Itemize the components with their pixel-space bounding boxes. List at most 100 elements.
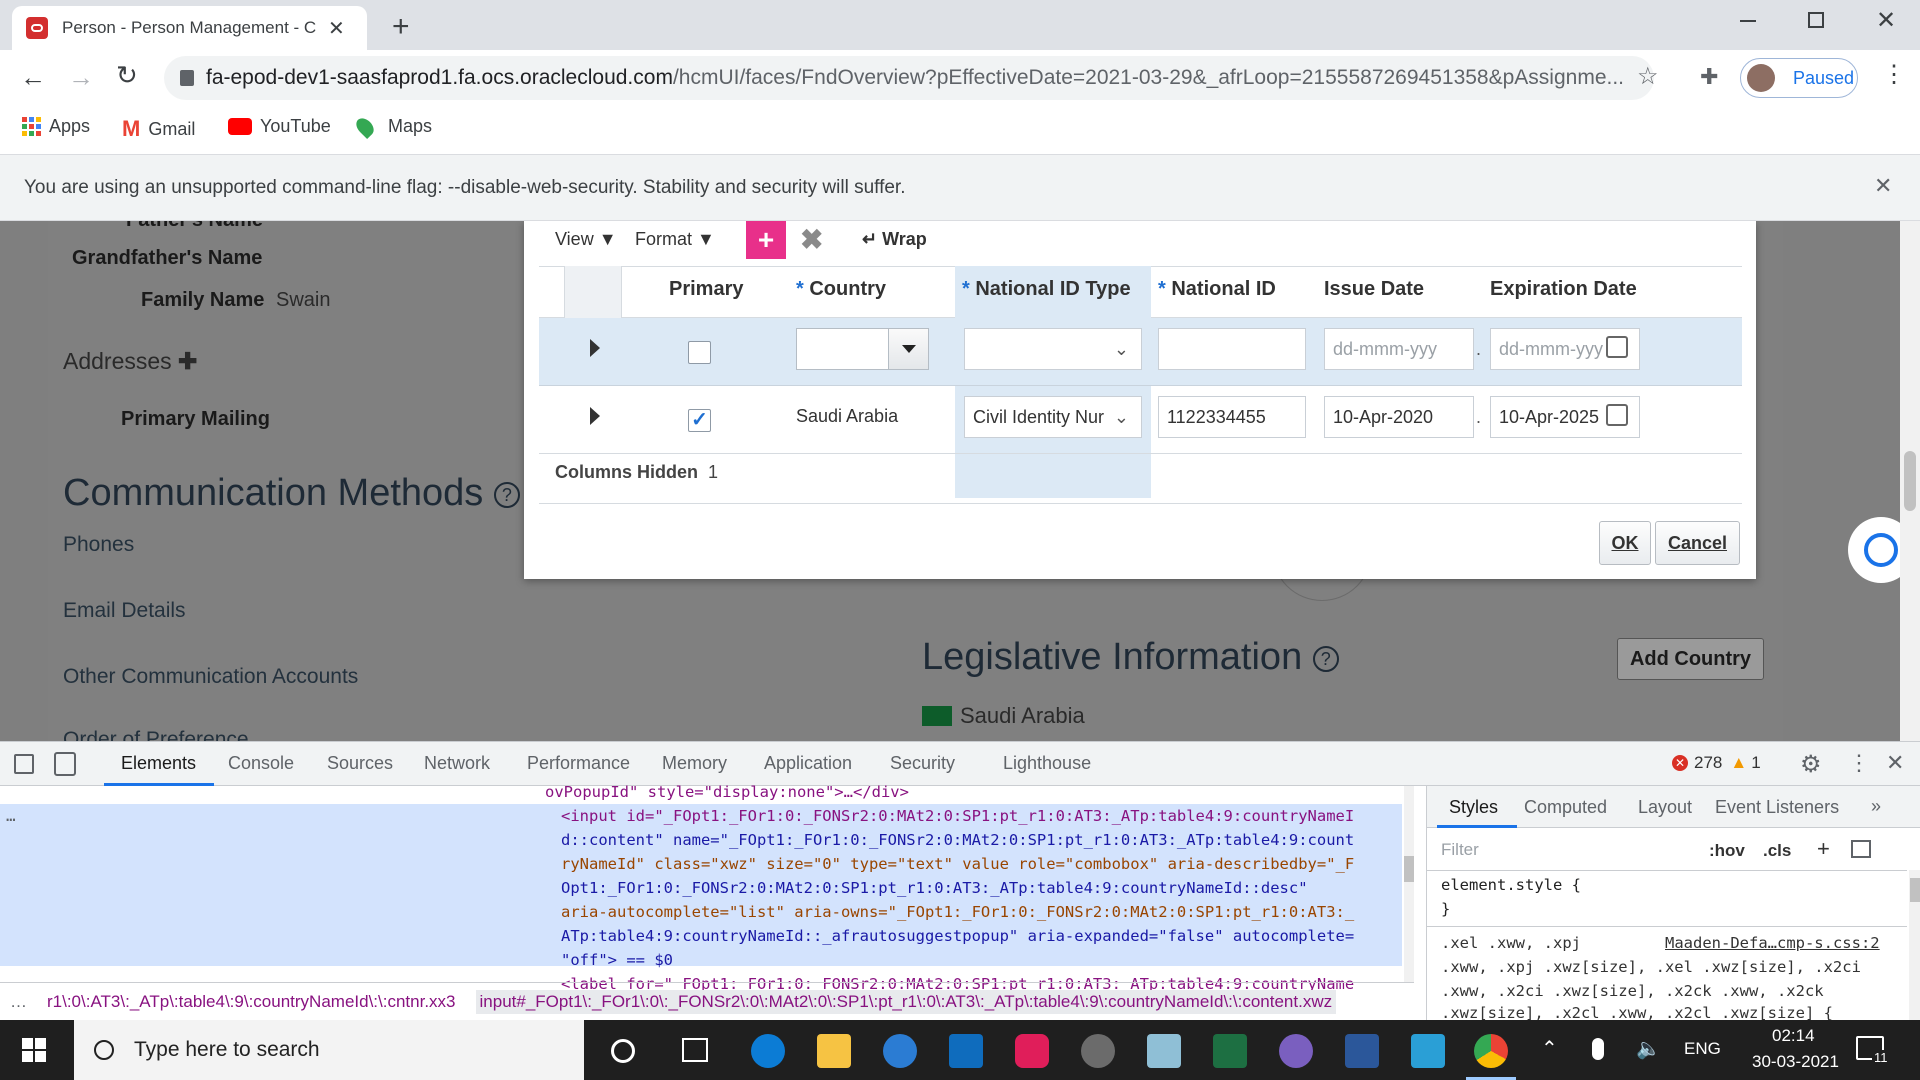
extensions-icon[interactable]: ✚ [1700,64,1718,90]
elements-tree[interactable]: … ovPopupId" style="display:none">…</div… [0,783,1414,993]
rule-source-link[interactable]: Maaden-Defa…cmp-s.css:2 [1665,934,1880,952]
forward-icon[interactable]: → [68,62,94,93]
new-tab-icon[interactable]: + [392,10,410,44]
cls-toggle[interactable]: .cls [1763,841,1791,861]
ok-button[interactable]: OK [1599,521,1651,565]
id-type-select[interactable]: Civil Identity Nur ⌄ [964,396,1142,438]
col-national-id-type[interactable]: * National ID Type [962,278,1131,301]
settings-gear-icon[interactable]: ⚙ [1800,750,1822,779]
primary-checkbox[interactable] [688,341,711,364]
calendar-icon[interactable] [1606,404,1628,426]
error-warning-counter[interactable]: ✕ 278 ▲ 1 [1672,753,1761,773]
devtools-close-icon[interactable]: ✕ [1886,750,1904,776]
issue-date-input[interactable]: 10-Apr-2020 [1324,396,1474,438]
help-icon[interactable]: ? [493,481,520,508]
bookmark-gmail[interactable]: M Gmail [122,116,195,142]
phones-link[interactable]: Phones [63,533,134,557]
device-toolbar-icon[interactable] [54,752,76,776]
infobar-close-icon[interactable]: ✕ [1874,173,1892,199]
format-menu[interactable]: Format ▼ [635,229,715,250]
styles-scrollbar[interactable] [1909,870,1920,1021]
windows-start-icon[interactable] [22,1038,46,1062]
col-expiration-date[interactable]: Expiration Date [1490,278,1637,301]
excel-icon[interactable] [1213,1034,1247,1068]
close-tab-icon[interactable]: ✕ [328,16,345,41]
reload-icon[interactable]: ↻ [116,60,138,91]
col-national-id[interactable]: * National ID [1158,278,1276,301]
hov-toggle[interactable]: :hov [1709,841,1745,861]
crumb-ellipsis[interactable]: … [10,992,27,1012]
devtools-menu-icon[interactable]: ⋮ [1848,750,1870,776]
page-scrollbar[interactable] [1900,221,1920,741]
styles-tab-styles[interactable]: Styles [1449,797,1498,818]
styles-tab-event-listeners[interactable]: Event Listeners [1715,797,1839,818]
primary-checkbox-checked[interactable]: ✓ [688,409,711,432]
more-tabs-icon[interactable]: » [1871,796,1881,817]
bookmark-maps[interactable]: Maps [352,114,432,139]
other-comm-link[interactable]: Other Communication Accounts [63,665,358,689]
restore-icon[interactable] [1808,12,1824,28]
breadcrumb-item-active[interactable]: input#_FOpt1\:_FOr1\:0\:_FONSr2\:0\:MAt2… [475,990,1337,1014]
bookmark-star-icon[interactable]: ☆ [1637,62,1659,91]
tray-chevron-icon[interactable]: ⌃ [1541,1036,1558,1061]
profile-button[interactable]: Paused [1740,58,1858,98]
devtools-tab-application[interactable]: Application [764,753,852,774]
view-menu[interactable]: View ▼ [555,229,617,250]
styles-filter-input[interactable]: Filter [1435,836,1695,864]
outlook-icon[interactable] [949,1034,983,1068]
element-style-rule[interactable]: element.style { [1441,876,1581,894]
styles-tab-layout[interactable]: Layout [1638,797,1692,818]
new-rule-icon[interactable]: + [1817,836,1830,862]
taskbar-search-box[interactable]: Type here to search [74,1020,584,1080]
notes-app-icon[interactable] [1147,1034,1181,1068]
word-icon[interactable] [1345,1034,1379,1068]
email-details-link[interactable]: Email Details [63,599,186,623]
wrap-button[interactable]: ↵ Wrap [862,229,927,250]
speaker-muted-icon[interactable]: 🔈 [1636,1036,1661,1061]
devtools-tab-console[interactable]: Console [228,753,294,774]
devtools-tab-memory[interactable]: Memory [662,753,727,774]
node-ellipsis-icon[interactable]: … [6,804,16,828]
country-select[interactable] [796,328,929,370]
add-row-icon[interactable]: + [746,221,786,259]
bookmark-youtube[interactable]: YouTube [228,116,331,137]
delete-row-icon[interactable]: ✖ [800,223,823,256]
national-id-input[interactable] [1158,328,1306,370]
bookmark-apps[interactable]: Apps [22,116,90,137]
add-address-icon[interactable]: ✚ [172,348,197,374]
chrome-icon[interactable] [1474,1034,1508,1068]
dropdown-arrow-icon[interactable] [888,329,928,369]
devtools-tab-network[interactable]: Network [424,753,490,774]
clock-date[interactable]: 30-03-2021 [1752,1052,1839,1072]
tasks-app-icon[interactable] [1279,1034,1313,1068]
menu-icon[interactable]: ⋮ [1882,60,1906,89]
clock-time[interactable]: 02:14 [1772,1026,1815,1046]
cancel-button[interactable]: Cancel [1655,521,1740,565]
slack-icon[interactable] [1015,1034,1049,1068]
col-primary[interactable]: Primary [669,278,744,301]
minimize-icon[interactable] [1740,20,1756,22]
calendar-icon[interactable] [1606,336,1628,358]
devtools-tab-lighthouse[interactable]: Lighthouse [1003,753,1091,774]
row-expand-icon[interactable] [590,407,600,425]
language-indicator[interactable]: ENG [1684,1039,1721,1059]
add-country-button[interactable]: Add Country [1617,638,1764,680]
legislative-help-icon[interactable]: ? [1312,645,1339,672]
issue-date-input[interactable]: dd-mmm-yyy [1324,328,1474,370]
chat-app-icon[interactable] [883,1034,917,1068]
close-window-icon[interactable]: ✕ [1876,6,1896,35]
file-explorer-icon[interactable] [817,1034,851,1068]
styles-tab-computed[interactable]: Computed [1524,797,1607,818]
settings-app-icon[interactable] [1081,1034,1115,1068]
edge-icon[interactable] [751,1034,785,1068]
id-type-select[interactable]: ⌄ [964,328,1142,370]
breadcrumb-item[interactable]: r1\:0\:AT3\:_ATp\:table4\:9\:countryName… [47,992,456,1012]
elements-scrollbar[interactable] [1404,786,1414,982]
rule-selector[interactable]: .xel .xww, .xpj [1441,934,1581,952]
devtools-tab-elements[interactable]: Elements [121,753,196,774]
devtools-tab-security[interactable]: Security [890,753,955,774]
col-issue-date[interactable]: Issue Date [1324,278,1424,301]
network-app-icon[interactable] [1411,1034,1445,1068]
microphone-icon[interactable] [1592,1038,1604,1060]
task-view-icon[interactable] [682,1038,708,1062]
